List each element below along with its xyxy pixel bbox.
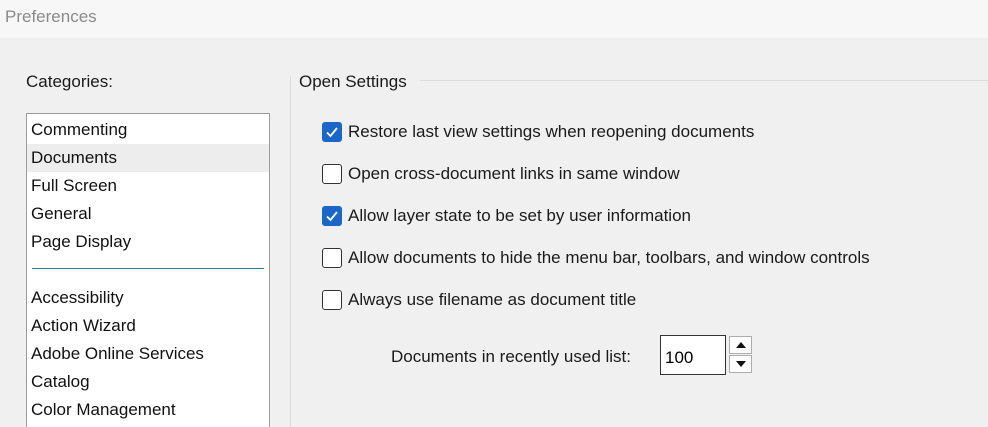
spin-up-button[interactable] <box>729 336 752 354</box>
window-title: Preferences <box>5 7 97 26</box>
category-separator <box>32 268 264 269</box>
title-bar: Preferences <box>0 0 988 38</box>
option-hide-menu-bar[interactable]: Allow documents to hide the menu bar, to… <box>322 247 870 269</box>
panel-divider <box>290 76 291 427</box>
option-restore-view[interactable]: Restore last view settings when reopenin… <box>322 121 754 143</box>
recent-list-label: Documents in recently used list: <box>391 347 631 366</box>
category-item-catalog[interactable]: Catalog <box>27 368 269 396</box>
checkbox-unchecked[interactable] <box>322 164 342 184</box>
categories-label: Categories: <box>26 72 113 91</box>
category-item-full-screen[interactable]: Full Screen <box>27 172 269 200</box>
option-label: Always use filename as document title <box>348 290 637 309</box>
category-item-general[interactable]: General <box>27 200 269 228</box>
category-item-adobe-online-services[interactable]: Adobe Online Services <box>27 340 269 368</box>
spin-down-button[interactable] <box>729 355 752 373</box>
group-box-border <box>420 80 988 81</box>
category-list[interactable]: Commenting Documents Full Screen General… <box>26 113 270 427</box>
option-label: Allow documents to hide the menu bar, to… <box>348 248 870 267</box>
category-item-action-wizard[interactable]: Action Wizard <box>27 312 269 340</box>
checkbox-unchecked[interactable] <box>322 290 342 310</box>
category-item-documents[interactable]: Documents <box>27 144 269 172</box>
open-settings-title: Open Settings <box>299 72 407 91</box>
option-label: Open cross-document links in same window <box>348 164 680 183</box>
category-item-color-management[interactable]: Color Management <box>27 396 269 424</box>
option-filename-title[interactable]: Always use filename as document title <box>322 289 636 311</box>
category-item-page-display[interactable]: Page Display <box>27 228 269 256</box>
checkbox-checked[interactable] <box>322 122 342 142</box>
arrow-up-icon <box>735 342 746 348</box>
checkmark-icon <box>326 211 338 222</box>
arrow-down-icon <box>735 361 746 367</box>
recent-list-count-input[interactable] <box>660 335 726 375</box>
option-layer-state[interactable]: Allow layer state to be set by user info… <box>322 205 691 227</box>
option-label: Restore last view settings when reopenin… <box>348 122 755 141</box>
option-cross-doc-links[interactable]: Open cross-document links in same window <box>322 163 680 185</box>
checkbox-unchecked[interactable] <box>322 248 342 268</box>
category-item-commenting[interactable]: Commenting <box>27 116 269 144</box>
checkbox-checked[interactable] <box>322 206 342 226</box>
option-label: Allow layer state to be set by user info… <box>348 206 691 225</box>
checkmark-icon <box>326 127 338 138</box>
category-item-accessibility[interactable]: Accessibility <box>27 284 269 312</box>
